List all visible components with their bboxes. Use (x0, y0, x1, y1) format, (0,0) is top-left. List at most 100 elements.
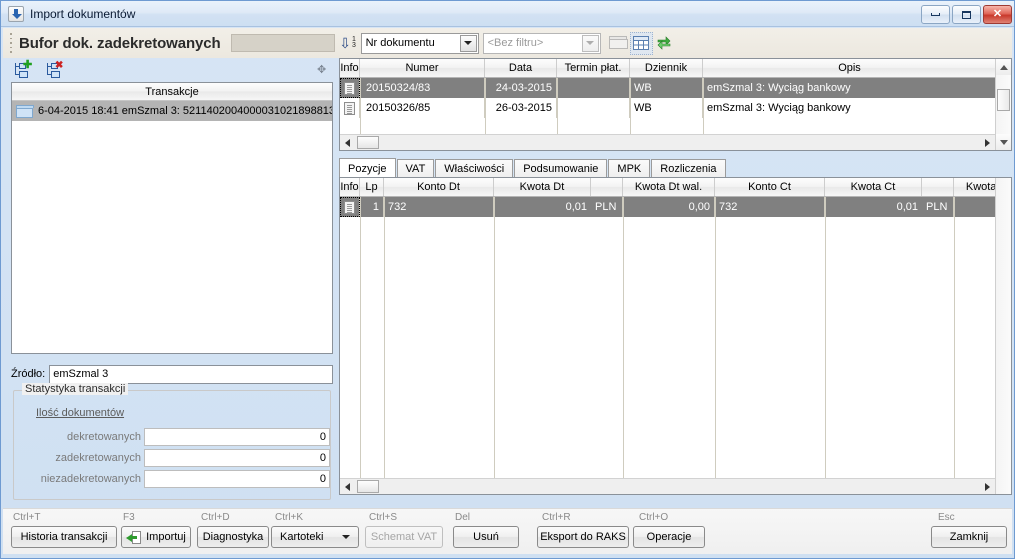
row-info-icon[interactable] (340, 98, 360, 118)
shortcut-label: Ctrl+T (13, 512, 41, 523)
history-button[interactable]: Historia transakcji (11, 526, 117, 548)
delete-button[interactable]: Usuń (453, 526, 519, 548)
list-item-label: 6-04-2015 18:41 emSzmal 3: 5211402004000… (38, 105, 332, 117)
cell-data: 26-03-2015 (485, 98, 557, 118)
table-row[interactable]: 1 732 0,01 PLN 0,00 732 0,01 PLN 0,00 KR… (340, 197, 995, 217)
table-row[interactable]: 20150324/83 24-03-2015 WB emSzmal 3: Wyc… (340, 78, 995, 98)
positions-vscrollbar[interactable] (995, 178, 1011, 494)
column-kwota-ct[interactable]: Kwota Ct (825, 178, 922, 196)
drag-grip[interactable] (7, 33, 15, 53)
scroll-right-arrow-icon[interactable] (980, 135, 995, 150)
record-icon (344, 81, 355, 95)
close-window-button[interactable]: ✕ (983, 5, 1012, 24)
source-input[interactable]: emSzmal 3 (49, 364, 333, 384)
scroll-right-arrow-icon[interactable] (980, 479, 995, 494)
tab-podsumowanie[interactable]: Podsumowanie (514, 159, 608, 178)
button-label: Zamknij (949, 531, 989, 543)
close-dialog-button[interactable]: Zamknij (931, 526, 1007, 548)
vscroll-thumb[interactable] (997, 89, 1010, 111)
scroll-left-arrow-icon[interactable] (340, 135, 355, 150)
transaction-statistics-group: Statystyka transakcji Ilość dokumentów d… (13, 383, 331, 500)
column-dziennik[interactable]: Dziennik (630, 59, 703, 77)
positions-hscrollbar[interactable] (340, 478, 995, 494)
column-data[interactable]: Data (485, 59, 557, 77)
tab-rozliczenia[interactable]: Rozliczenia (651, 159, 726, 178)
tab-label: Pozycje (348, 162, 387, 175)
row-info-icon[interactable] (340, 197, 360, 217)
documents-vscrollbar[interactable] (995, 59, 1011, 150)
transactions-list[interactable]: Transakcje 6-04-2015 18:41 emSzmal 3: 52… (11, 82, 333, 354)
column-konto-ct[interactable]: Konto Ct (715, 178, 825, 196)
column-lp[interactable]: Lp (360, 178, 384, 196)
sort-field-combo[interactable]: Nr dokumentu (360, 32, 479, 54)
search-input[interactable] (230, 34, 335, 52)
column-waluta-ct[interactable] (922, 178, 954, 196)
cell-kwota-ct: 0,01 (896, 201, 918, 213)
files-dropdown-button[interactable]: Kartoteki (271, 526, 359, 548)
scroll-down-arrow-icon[interactable] (996, 134, 1011, 150)
refresh-button[interactable] (653, 32, 676, 55)
minimize-button[interactable] (921, 5, 950, 24)
documents-grid-header: Info Numer Data Termin płat. Dziennik Op… (340, 59, 995, 78)
tab-mpk[interactable]: MPK (608, 159, 651, 178)
filter-value: <Bez filtru> (487, 37, 544, 49)
chevron-down-icon[interactable] (342, 535, 350, 539)
download-document-icon (8, 5, 24, 22)
delete-tree-node-icon[interactable]: ✖ (45, 61, 63, 78)
stat-row-zadekretowanych: zadekretowanych 0 (16, 448, 330, 467)
column-termin[interactable]: Termin płat. (557, 59, 630, 77)
column-konto-dt[interactable]: Konto Dt (384, 178, 494, 196)
column-kwota-dt-wal[interactable]: Kwota Dt wal. (623, 178, 715, 196)
import-button[interactable]: Importuj (121, 526, 191, 548)
grid-table-icon[interactable] (629, 31, 653, 55)
column-waluta-dt[interactable] (591, 178, 623, 196)
add-tree-node-icon[interactable]: ✚ (13, 60, 32, 78)
documents-grid[interactable]: Info Numer Data Termin płat. Dziennik Op… (339, 58, 1012, 151)
table-row[interactable]: 20150326/85 26-03-2015 WB emSzmal 3: Wyc… (340, 98, 995, 118)
chevron-down-icon[interactable] (459, 34, 477, 52)
positions-grid[interactable]: Info Lp Konto Dt Kwota Dt Kwota Dt wal. … (339, 177, 1012, 495)
button-label: Historia transakcji (20, 531, 108, 543)
row-info-icon[interactable] (340, 78, 360, 98)
operations-button[interactable]: Operacje (633, 526, 705, 548)
hscroll-thumb[interactable] (357, 480, 379, 493)
scroll-up-arrow-icon[interactable] (996, 59, 1011, 75)
window-titlebar: Import dokumentów ✕ (1, 1, 1014, 27)
column-info[interactable]: Info (340, 178, 360, 196)
documents-hscrollbar[interactable] (340, 134, 995, 150)
chevron-down-icon[interactable] (581, 34, 599, 52)
export-raks-button[interactable]: Eksport do RAKS (537, 526, 629, 548)
shortcut-label: Ctrl+D (201, 512, 230, 523)
cell-opis: emSzmal 3: Wyciąg bankowy (707, 82, 851, 94)
hscroll-thumb[interactable] (357, 136, 379, 149)
button-label: Kartoteki (280, 531, 324, 543)
column-numer[interactable]: Numer (360, 59, 485, 77)
status-strip (1, 554, 1014, 558)
cell-konto-ct: 732 (715, 197, 825, 217)
detail-tabs: Pozycje VAT Właściwości Podsumowanie MPK… (339, 158, 1012, 178)
column-opis[interactable]: Opis (703, 59, 995, 77)
column-kwota-ct-wal[interactable]: Kwota Ct wal. (954, 178, 995, 196)
diagnostics-button[interactable]: Diagnostyka (197, 526, 269, 548)
scroll-left-arrow-icon[interactable] (340, 479, 355, 494)
import-icon (126, 530, 142, 544)
vat-scheme-button[interactable]: Schemat VAT (365, 526, 443, 548)
shortcut-label: F3 (123, 512, 135, 523)
tab-vat[interactable]: VAT (396, 159, 435, 178)
tab-pozycje[interactable]: Pozycje (339, 158, 396, 178)
cell-kwota-ct-wal: 0,00 (954, 197, 995, 217)
maximize-button[interactable] (952, 5, 981, 24)
folder-button[interactable] (607, 32, 630, 55)
positions-grid-header: Info Lp Konto Dt Kwota Dt Kwota Dt wal. … (340, 178, 995, 197)
filter-combo[interactable]: <Bez filtru> (482, 32, 601, 54)
tab-wlasciwosci[interactable]: Właściwości (435, 159, 514, 178)
pin-icon[interactable]: ✥ (317, 65, 327, 76)
stat-label: dekretowanych (67, 430, 141, 443)
column-info[interactable]: Info (340, 59, 360, 77)
sort-ascending-icon[interactable]: ⇩ 1 3 (337, 33, 359, 53)
button-label: Usuń (473, 531, 499, 543)
column-kwota-dt[interactable]: Kwota Dt (494, 178, 591, 196)
list-item[interactable]: 6-04-2015 18:41 emSzmal 3: 5211402004000… (12, 101, 332, 121)
record-icon (344, 101, 355, 115)
grid-table-icon-svg (633, 36, 650, 50)
